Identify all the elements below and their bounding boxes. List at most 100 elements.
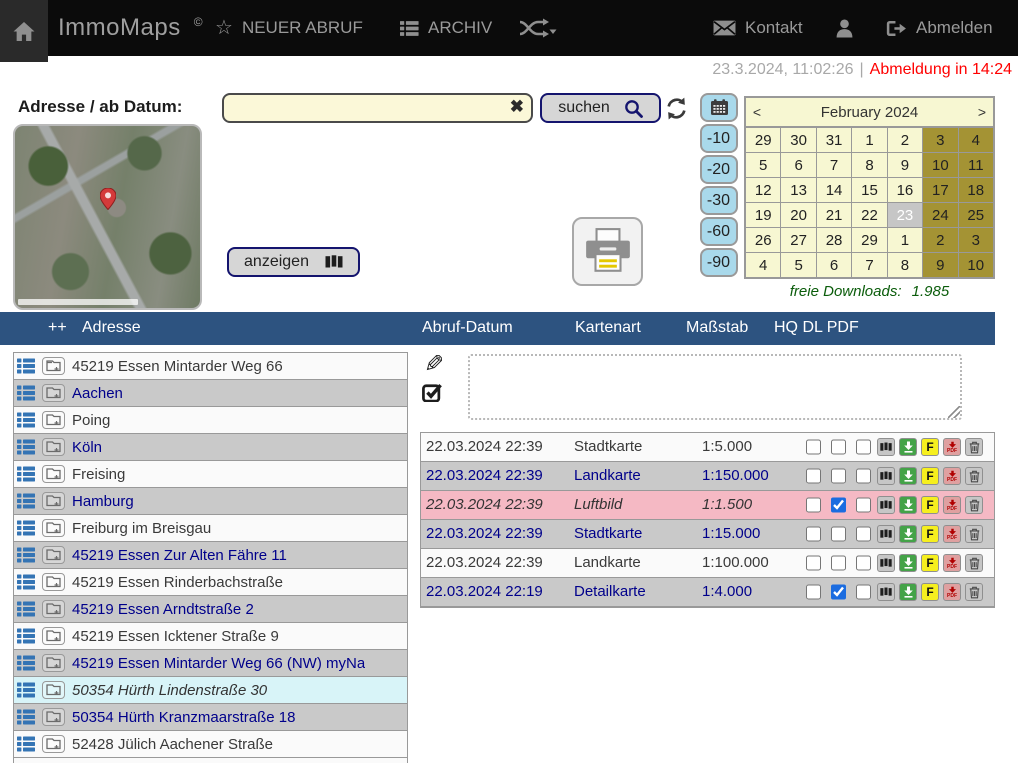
new-order-folder-button[interactable] xyxy=(42,411,65,429)
format-button[interactable]: F xyxy=(921,525,939,543)
show-map-button[interactable] xyxy=(877,467,895,485)
address-row[interactable]: Hamburg xyxy=(14,488,407,515)
new-order-folder-button[interactable] xyxy=(42,384,65,402)
print-button[interactable] xyxy=(572,217,643,286)
record-list-icon[interactable] xyxy=(17,682,35,698)
show-map-button[interactable] xyxy=(877,525,895,543)
calendar-day[interactable]: 1 xyxy=(852,128,886,152)
delete-button[interactable] xyxy=(965,525,983,543)
nav-archiv[interactable]: ARCHIV xyxy=(400,0,492,56)
dl-checkbox[interactable] xyxy=(831,527,846,542)
pdf-checkbox[interactable] xyxy=(856,585,871,600)
calendar-day-weekend[interactable]: 24 xyxy=(923,203,957,227)
address-row[interactable]: 45219 Essen Arndtstraße 2 xyxy=(14,596,407,623)
address-row[interactable]: 45219 Essen Zur Alten Fähre 11 xyxy=(14,542,407,569)
dl-checkbox[interactable] xyxy=(831,498,846,513)
dl-checkbox[interactable] xyxy=(831,556,846,571)
hq-checkbox[interactable] xyxy=(806,585,821,600)
new-order-folder-button[interactable] xyxy=(42,465,65,483)
hq-download-button[interactable] xyxy=(899,496,917,514)
calendar-day[interactable]: 27 xyxy=(781,228,815,252)
calendar-month-title[interactable]: February 2024 xyxy=(768,104,971,121)
calendar-day[interactable]: 4 xyxy=(746,253,780,277)
nav-abmelden[interactable]: Abmelden xyxy=(886,0,993,56)
calendar-day[interactable]: 9 xyxy=(888,153,922,177)
record-list-icon[interactable] xyxy=(17,520,35,536)
address-label[interactable]: Köln xyxy=(72,439,102,456)
address-label[interactable]: Freising xyxy=(72,466,125,483)
map-preview-thumbnail[interactable] xyxy=(13,124,202,310)
record-list-icon[interactable] xyxy=(17,574,35,590)
add-address-button[interactable]: ++ xyxy=(48,319,67,337)
record-list-icon[interactable] xyxy=(17,412,35,428)
offset-minus-10-button[interactable]: -10 xyxy=(700,124,738,153)
address-row[interactable]: Freising xyxy=(14,461,407,488)
app-logo[interactable]: ImmoMaps© xyxy=(58,0,203,56)
calendar-day[interactable]: 30 xyxy=(781,128,815,152)
calendar-day[interactable]: 5 xyxy=(781,253,815,277)
address-label[interactable]: 45219 Essen Icktener Straße 9 xyxy=(72,628,279,645)
pdf-checkbox[interactable] xyxy=(856,556,871,571)
new-order-folder-button[interactable] xyxy=(42,546,65,564)
calendar-day-weekend[interactable]: 9 xyxy=(923,253,957,277)
search-input[interactable] xyxy=(222,93,533,123)
record-list-icon[interactable] xyxy=(17,358,35,374)
address-label[interactable]: 45219 Essen Arndtstraße 2 xyxy=(72,601,254,618)
address-label[interactable]: 45219 Essen Zur Alten Fähre 11 xyxy=(72,547,287,564)
new-order-folder-button[interactable] xyxy=(42,600,65,618)
calendar-day[interactable]: 7 xyxy=(852,253,886,277)
address-label[interactable]: Freiburg im Breisgau xyxy=(72,520,211,537)
hq-download-button[interactable] xyxy=(899,525,917,543)
calendar-day[interactable]: 7 xyxy=(817,153,851,177)
address-row[interactable]: 50354 Hürth Kranzmaarstraße 18 xyxy=(14,704,407,731)
nav-user[interactable] xyxy=(836,0,853,56)
address-row-selected[interactable]: 50354 Hürth Lindenstraße 30 xyxy=(14,677,407,704)
calendar-day[interactable]: 26 xyxy=(746,228,780,252)
record-list-icon[interactable] xyxy=(17,493,35,509)
anzeigen-button[interactable]: anzeigen xyxy=(227,247,360,277)
offset-minus-90-button[interactable]: -90 xyxy=(700,248,738,277)
delete-button[interactable] xyxy=(965,496,983,514)
record-list-icon[interactable] xyxy=(17,628,35,644)
format-button[interactable]: F xyxy=(921,583,939,601)
pdf-checkbox[interactable] xyxy=(856,440,871,455)
new-order-folder-button[interactable] xyxy=(42,708,65,726)
pdf-download-button[interactable]: PDF xyxy=(943,438,961,456)
calendar-day-weekend[interactable]: 2 xyxy=(923,228,957,252)
calendar-day[interactable]: 21 xyxy=(817,203,851,227)
delete-button[interactable] xyxy=(965,554,983,572)
nav-neuer-abruf[interactable]: ☆ NEUER ABRUF xyxy=(215,0,363,56)
address-row-partial[interactable] xyxy=(14,758,407,763)
pdf-checkbox[interactable] xyxy=(856,527,871,542)
hq-download-button[interactable] xyxy=(899,583,917,601)
note-textarea[interactable] xyxy=(468,354,962,420)
calendar-day-weekend[interactable]: 4 xyxy=(959,128,993,152)
calendar-day[interactable]: 29 xyxy=(852,228,886,252)
calendar-day[interactable]: 2 xyxy=(888,128,922,152)
hq-download-button[interactable] xyxy=(899,467,917,485)
calendar-day[interactable]: 28 xyxy=(817,228,851,252)
calendar-day[interactable]: 6 xyxy=(781,153,815,177)
show-map-button[interactable] xyxy=(877,496,895,514)
format-button[interactable]: F xyxy=(921,554,939,572)
hq-download-button[interactable] xyxy=(899,438,917,456)
address-row[interactable]: Köln xyxy=(14,434,407,461)
format-button[interactable]: F xyxy=(921,467,939,485)
hq-checkbox[interactable] xyxy=(806,498,821,513)
edit-note-icon[interactable]: ✎ xyxy=(424,350,444,379)
calendar-day-weekend[interactable]: 17 xyxy=(923,178,957,202)
calendar-toggle-button[interactable] xyxy=(700,93,738,122)
calendar-day-weekend[interactable]: 3 xyxy=(959,228,993,252)
refresh-button[interactable] xyxy=(664,96,689,121)
calendar-day[interactable]: 5 xyxy=(746,153,780,177)
address-label[interactable]: 45219 Essen Mintarder Weg 66 xyxy=(72,358,283,375)
calendar-day[interactable]: 14 xyxy=(817,178,851,202)
record-list-icon[interactable] xyxy=(17,547,35,563)
calendar-day[interactable]: 15 xyxy=(852,178,886,202)
nav-kontakt[interactable]: Kontakt xyxy=(713,0,803,56)
new-order-folder-button[interactable] xyxy=(42,654,65,672)
dl-checkbox[interactable] xyxy=(831,440,846,455)
calendar-day[interactable]: 13 xyxy=(781,178,815,202)
address-label[interactable]: 50354 Hürth Lindenstraße 30 xyxy=(72,682,267,699)
address-row[interactable]: 52428 Jülich Aachener Straße xyxy=(14,731,407,758)
